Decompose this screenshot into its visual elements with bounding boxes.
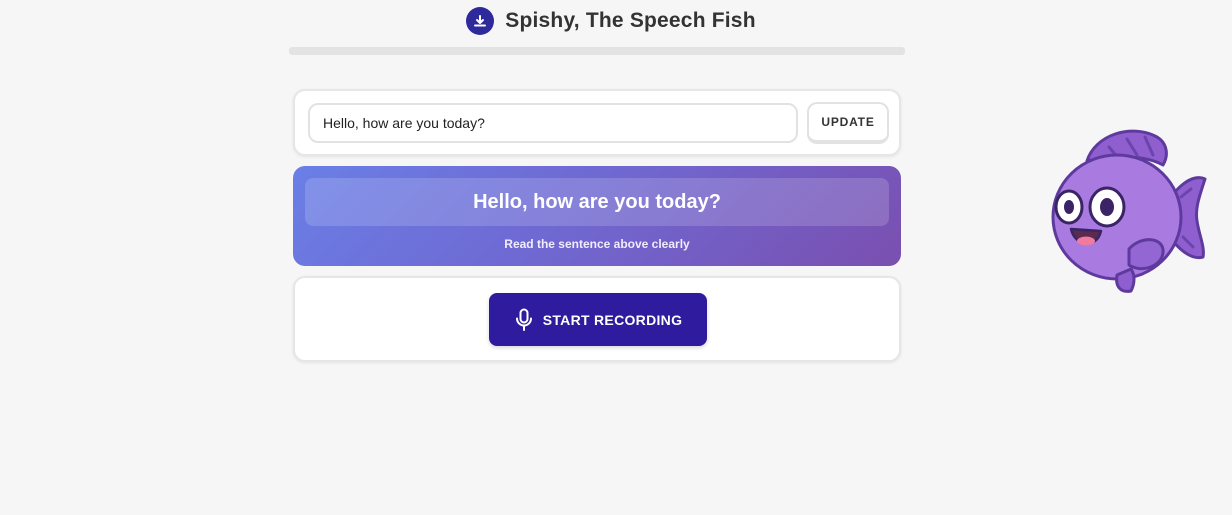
start-recording-label: START RECORDING	[542, 311, 683, 328]
prompt-sentence: Hello, how are you today?	[473, 190, 721, 213]
app-title: Spishy, The Speech Fish	[505, 9, 756, 32]
fish-mascot	[1045, 125, 1215, 300]
header: Spishy, The Speech Fish	[0, 0, 1232, 42]
prompt-card: Hello, how are you today? Read the sente…	[293, 166, 901, 266]
download-circle-icon	[466, 7, 495, 35]
sentence-input[interactable]	[308, 103, 798, 143]
record-card: START RECORDING	[293, 276, 901, 362]
microphone-icon	[514, 308, 534, 332]
start-recording-button[interactable]: START RECORDING	[489, 293, 707, 346]
progress-bar	[289, 47, 905, 55]
sentence-input-card: UPDATE	[293, 89, 901, 156]
prompt-sentence-box: Hello, how are you today?	[305, 178, 889, 226]
update-button[interactable]: UPDATE	[807, 102, 889, 144]
prompt-hint: Read the sentence above clearly	[504, 237, 690, 251]
